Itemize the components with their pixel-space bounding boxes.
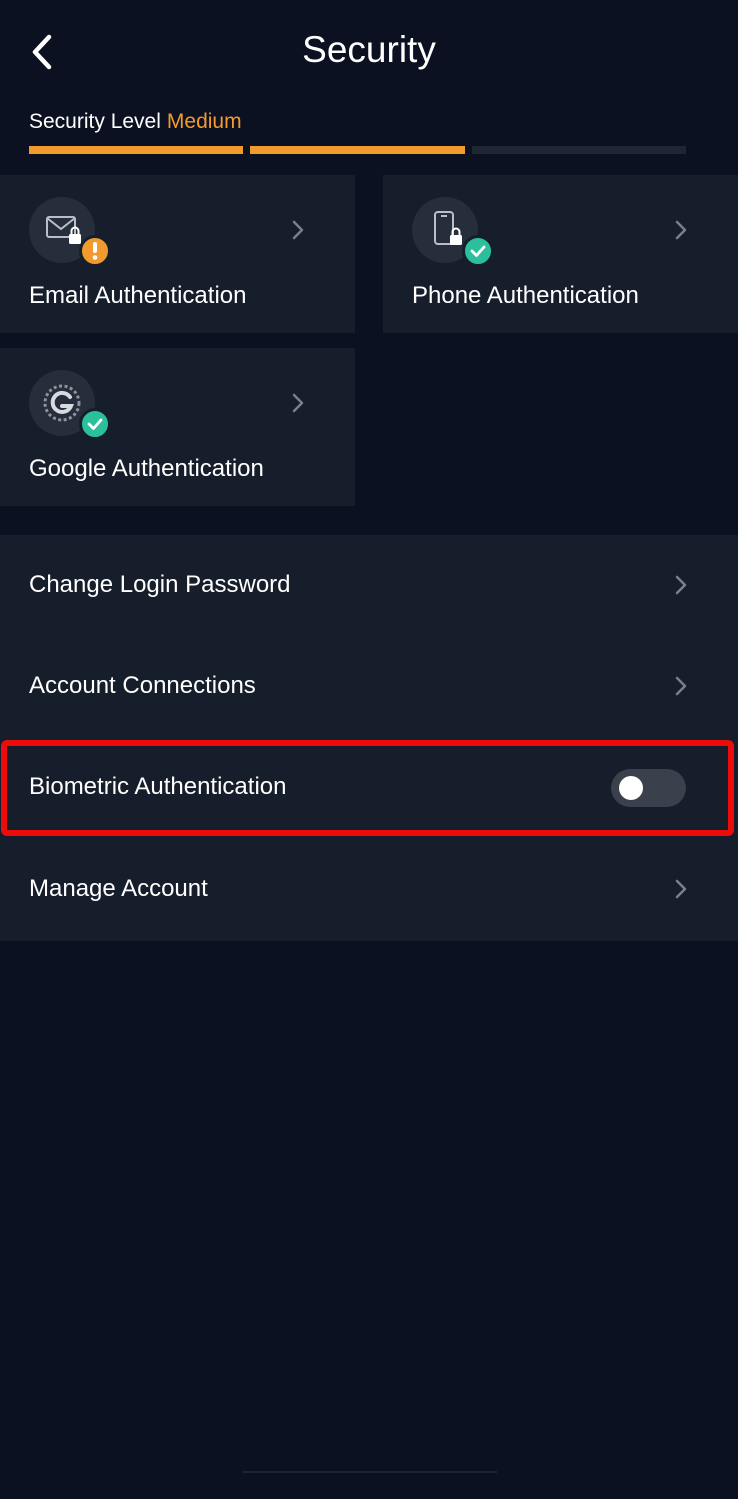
biometric-toggle[interactable] (611, 769, 686, 807)
chevron-right-icon (675, 676, 687, 696)
envelope-lock-icon (29, 197, 111, 267)
settings-list: Change Login Password Account Connection… (0, 535, 738, 941)
security-level-value: Medium (166, 110, 242, 133)
chevron-right-icon (675, 575, 687, 595)
verified-badge (79, 408, 111, 440)
security-level-label: Security Level (29, 110, 161, 133)
chevron-right-icon (675, 879, 687, 899)
phone-lock-icon (412, 197, 494, 267)
verified-badge (462, 235, 494, 267)
warning-badge (79, 235, 111, 267)
page-title: Security (302, 29, 436, 70)
manage-account-item[interactable]: Manage Account (0, 839, 738, 940)
check-icon (87, 418, 103, 430)
card-label: Google Authentication (29, 455, 264, 482)
security-level: Security Level Medium (29, 108, 242, 136)
card-label: Phone Authentication (412, 282, 639, 309)
list-item-label: Biometric Authentication (29, 773, 287, 800)
toggle-knob (619, 776, 643, 800)
biometric-authentication-item: Biometric Authentication (0, 737, 738, 838)
security-level-segment (250, 146, 465, 154)
chevron-right-icon (292, 220, 304, 240)
list-item-label: Change Login Password (29, 571, 291, 598)
list-item-label: Account Connections (29, 672, 256, 699)
home-indicator (243, 1471, 497, 1473)
account-connections-item[interactable]: Account Connections (0, 636, 738, 737)
phone-authentication-card[interactable]: Phone Authentication (383, 175, 738, 333)
security-level-segment (471, 146, 686, 154)
check-icon (470, 245, 486, 257)
security-level-segment (29, 146, 244, 154)
security-level-bar (29, 146, 686, 154)
exclamation-icon (92, 242, 98, 260)
email-authentication-card[interactable]: Email Authentication (0, 175, 355, 333)
card-label: Email Authentication (29, 282, 247, 309)
google-authentication-card[interactable]: Google Authentication (0, 348, 355, 506)
list-item-label: Manage Account (29, 875, 208, 902)
chevron-right-icon (292, 393, 304, 413)
change-login-password-item[interactable]: Change Login Password (0, 535, 738, 636)
google-authenticator-icon (29, 370, 111, 440)
chevron-right-icon (675, 220, 687, 240)
